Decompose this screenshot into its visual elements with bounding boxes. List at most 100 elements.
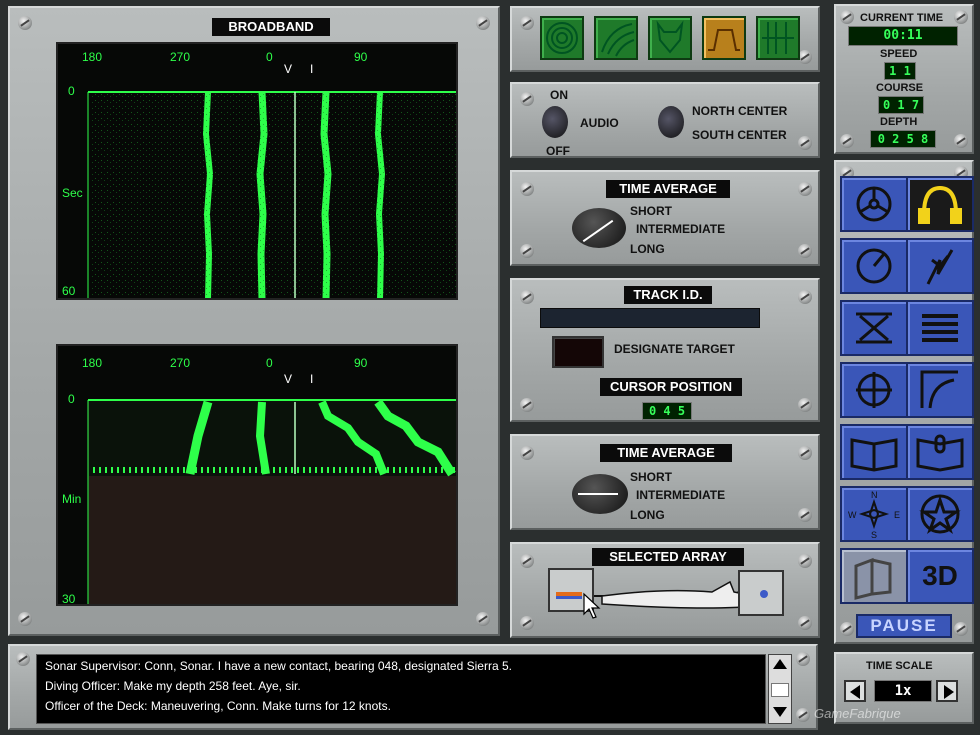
selected-array-title: SELECTED ARRAY <box>592 548 744 566</box>
hull-array-selector[interactable] <box>738 570 784 616</box>
scroll-down-icon[interactable] <box>773 707 787 717</box>
short-option-label: SHORT <box>630 204 672 218</box>
course-label: COURSE <box>876 82 924 94</box>
screw-icon <box>476 16 490 30</box>
screw-icon <box>796 652 810 666</box>
time-average-knob[interactable] <box>572 474 628 514</box>
screw-icon <box>520 244 534 258</box>
depth-label: DEPTH <box>880 116 918 128</box>
current-time-value: 00:11 <box>848 26 958 46</box>
list-lines-icon[interactable] <box>906 300 974 356</box>
time-average-title: TIME AVERAGE <box>600 444 732 462</box>
broadband-waterfall-minutes[interactable]: 180 270 0 V I 90 0 Min 30 <box>56 344 458 606</box>
message-log: Sonar Supervisor: Conn, Sonar. I have a … <box>36 654 766 724</box>
scroll-up-icon[interactable] <box>773 659 787 669</box>
designate-target-button[interactable] <box>552 336 604 368</box>
scroll-thumb[interactable] <box>771 683 789 697</box>
audio-panel: ON OFF AUDIO NORTH CENTER SOUTH CENTER <box>510 82 820 158</box>
track-id-display <box>540 308 760 328</box>
time-scale-decrease-button[interactable] <box>844 680 866 702</box>
screw-icon <box>18 612 32 626</box>
star-badge-icon[interactable] <box>906 486 974 542</box>
speed-label: SPEED <box>880 48 918 60</box>
broadband-waterfall-seconds[interactable]: 180 270 0 V I 90 0 Sec 60 <box>56 42 458 300</box>
compass-rose-icon[interactable]: N S W E <box>840 486 908 542</box>
depth-value: 0 2 5 8 <box>870 130 936 148</box>
screw-icon <box>520 182 534 196</box>
track-id-panel: TRACK I.D. DESIGNATE TARGET CURSOR POSIT… <box>510 278 820 422</box>
time-scale-value: 1x <box>874 680 932 702</box>
screw-icon <box>520 290 534 304</box>
helm-wheel-icon[interactable] <box>840 176 908 232</box>
cursor-position-title: CURSOR POSITION <box>600 378 742 396</box>
long-option-label: LONG <box>630 242 665 256</box>
north-center-label: NORTH CENTER <box>692 104 788 118</box>
cursor-position-value: 0 4 5 <box>642 402 692 420</box>
intermediate-option-label: INTERMEDIATE <box>636 222 726 236</box>
screw-icon <box>18 16 32 30</box>
waterfall-traces <box>87 399 456 604</box>
message-line: Diving Officer: Make my depth 258 feet. … <box>45 679 301 693</box>
book-microphone-icon[interactable] <box>906 424 974 480</box>
curve-plot-icon[interactable] <box>906 362 974 418</box>
station-panel: N S W E 3D PAUSE <box>834 160 974 644</box>
audio-toggle-switch[interactable] <box>542 106 568 138</box>
screw-icon <box>954 10 968 24</box>
message-line: Officer of the Deck: Maneuvering, Conn. … <box>45 699 391 713</box>
mouse-cursor-icon <box>583 592 601 619</box>
weapons-cross-icon[interactable] <box>840 300 908 356</box>
screw-icon <box>520 554 534 568</box>
track-id-title: TRACK I.D. <box>624 286 712 304</box>
array-center-toggle[interactable] <box>658 106 684 138</box>
arrow-right-icon <box>944 685 954 699</box>
screw-icon <box>798 446 812 460</box>
pause-button[interactable]: PAUSE <box>856 614 952 638</box>
screw-icon <box>798 182 812 196</box>
radar-dial-icon[interactable] <box>840 238 908 294</box>
screw-icon <box>520 398 534 412</box>
screw-icon <box>16 652 30 666</box>
status-panel: CURRENT TIME 00:11 SPEED 1 1 COURSE 0 1 … <box>834 4 974 154</box>
time-average-panel-1: TIME AVERAGE SHORT INTERMEDIATE LONG <box>510 170 820 266</box>
view-3d-icon[interactable]: 3D <box>906 548 974 604</box>
open-book-icon[interactable] <box>840 424 908 480</box>
spectrum-icon[interactable] <box>702 16 746 60</box>
view-3d-label: 3D <box>922 560 958 591</box>
watermark: GameFabrique <box>814 706 901 721</box>
time-scale-increase-button[interactable] <box>936 680 958 702</box>
broadband-title: BROADBAND <box>212 18 330 36</box>
screw-icon <box>476 612 490 626</box>
time-average-panel-2: TIME AVERAGE SHORT INTERMEDIATE LONG <box>510 434 820 530</box>
screw-icon <box>798 554 812 568</box>
designate-target-label: DESIGNATE TARGET <box>614 342 735 356</box>
message-scrollbar[interactable] <box>768 654 792 724</box>
current-time-label: CURRENT TIME <box>860 12 944 24</box>
crosshair-icon[interactable] <box>840 362 908 418</box>
screw-icon <box>520 616 534 630</box>
devil-face-icon[interactable] <box>648 16 692 60</box>
waterfall-lines-icon[interactable] <box>756 16 800 60</box>
screw-icon <box>798 508 812 522</box>
time-average-title: TIME AVERAGE <box>606 180 730 198</box>
long-option-label: LONG <box>630 508 665 522</box>
headphones-icon[interactable] <box>906 176 974 232</box>
screw-icon <box>798 244 812 258</box>
screw-icon <box>798 398 812 412</box>
display-mode-bar <box>510 6 820 72</box>
time-average-knob[interactable] <box>572 208 626 248</box>
concentric-circles-icon[interactable] <box>540 16 584 60</box>
message-line: Sonar Supervisor: Conn, Sonar. I have a … <box>45 659 512 673</box>
curve-waves-icon[interactable] <box>594 16 638 60</box>
svg-text:S: S <box>871 530 877 540</box>
screw-icon <box>798 50 812 64</box>
selected-array-panel: SELECTED ARRAY <box>510 542 820 638</box>
arrow-left-icon <box>850 685 860 699</box>
map-3d-icon[interactable] <box>840 548 908 604</box>
screw-icon <box>798 290 812 304</box>
screw-icon <box>520 446 534 460</box>
broadband-panel: BROADBAND 180 270 0 V I 90 0 Sec 60 180 … <box>8 6 500 636</box>
screw-icon <box>520 92 534 106</box>
periscope-flash-icon[interactable] <box>906 238 974 294</box>
short-option-label: SHORT <box>630 470 672 484</box>
course-value: 0 1 7 <box>878 96 924 114</box>
